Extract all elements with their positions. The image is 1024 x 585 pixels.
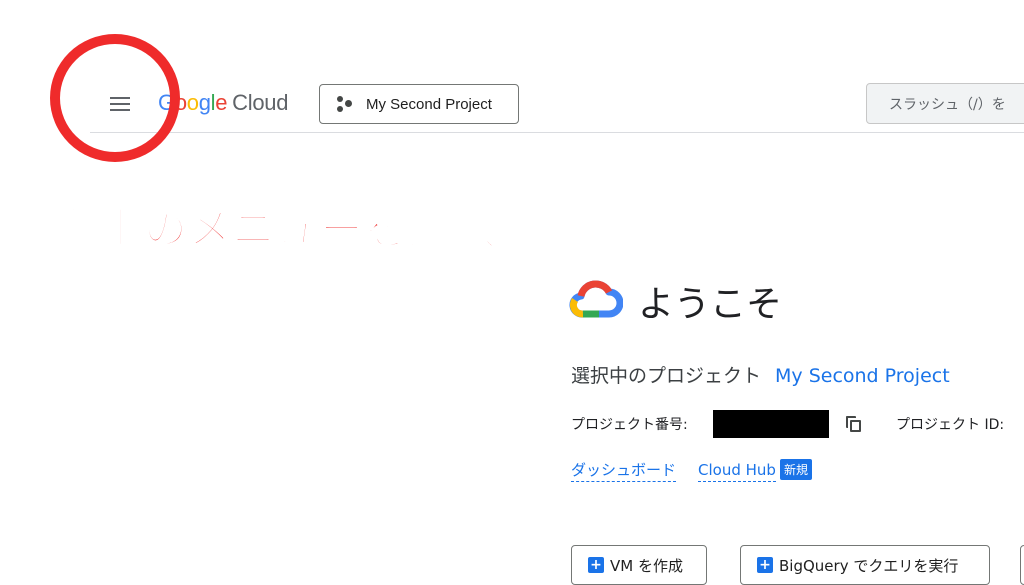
project-picker-label: My Second Project: [366, 95, 492, 113]
selected-project-label: 選択中のプロジェクト: [571, 365, 762, 387]
google-letter: e: [215, 90, 228, 115]
new-badge: 新規: [779, 459, 812, 480]
google-letter: g: [198, 90, 211, 115]
create-vm-label: VM を作成: [610, 556, 683, 575]
project-number-label: プロジェクト番号:: [571, 417, 688, 433]
create-vm-button[interactable]: + VM を作成: [571, 545, 707, 585]
partial-action-button[interactable]: [1020, 545, 1024, 585]
cloud-word: Cloud: [232, 90, 289, 115]
project-picker-button[interactable]: My Second Project: [319, 84, 519, 124]
header-divider: [90, 132, 1024, 133]
bigquery-query-label: BigQuery でクエリを実行: [779, 556, 959, 575]
bigquery-query-button[interactable]: + BigQuery でクエリを実行: [740, 545, 990, 585]
welcome-title: ようこそ: [638, 284, 783, 325]
annotation-circle: [50, 34, 180, 162]
selected-project-row: 選択中のプロジェクト My Second Project: [571, 361, 950, 388]
annotation-text: 左上のメニューを選択: [55, 204, 496, 256]
plus-icon: +: [588, 557, 604, 573]
search-input[interactable]: スラッシュ（/）を: [866, 83, 1024, 124]
redacted-project-number: [713, 410, 829, 438]
project-id-label: プロジェクト ID:: [896, 417, 1005, 433]
copy-icon[interactable]: [846, 416, 862, 432]
cloud-hub-link[interactable]: Cloud Hub: [698, 461, 776, 482]
google-cloud-logo-icon: [569, 280, 623, 318]
project-dots-icon: [336, 94, 356, 114]
google-letter: o: [186, 90, 199, 115]
plus-icon: +: [757, 557, 773, 573]
quick-links-row: ダッシュボード Cloud Hub 新規: [571, 459, 812, 482]
selected-project-link[interactable]: My Second Project: [775, 365, 950, 387]
dashboard-link[interactable]: ダッシュボード: [571, 461, 677, 482]
